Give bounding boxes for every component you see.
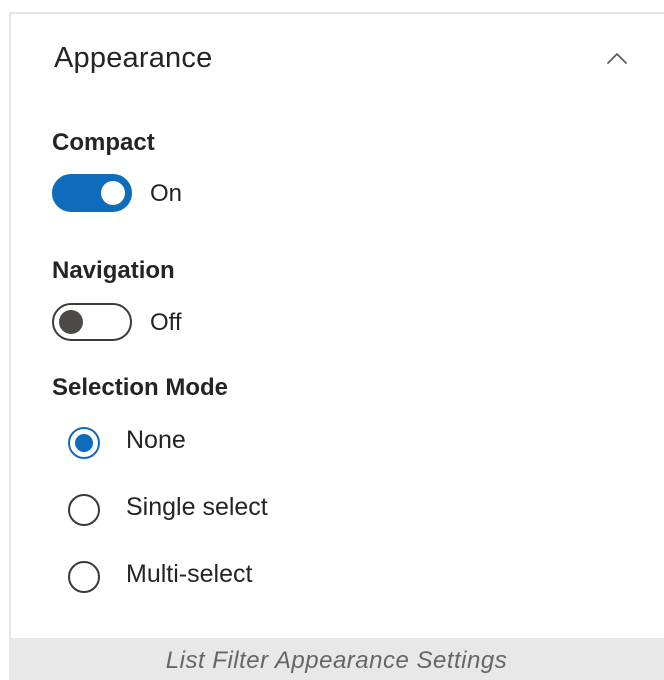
figure-caption: List Filter Appearance Settings (9, 638, 664, 680)
radio-button[interactable] (68, 561, 100, 593)
compact-toggle[interactable] (52, 174, 132, 212)
radio-selected-dot (75, 434, 93, 452)
radio-option-single-select[interactable]: Single select (68, 493, 368, 527)
navigation-toggle[interactable] (52, 303, 132, 341)
panel-title[interactable]: Appearance (54, 42, 212, 75)
compact-state-text: On (150, 180, 183, 207)
page: Appearance Compact On Navigation Off Sel… (0, 0, 664, 680)
radio-option-none[interactable]: None (68, 426, 368, 460)
radio-button[interactable] (68, 427, 100, 459)
chevron-up-icon[interactable] (605, 50, 629, 66)
compact-label: Compact (52, 129, 155, 156)
toggle-knob (101, 181, 125, 205)
toggle-knob (59, 310, 83, 334)
selection-mode-label: Selection Mode (52, 374, 229, 401)
radio-label: None (126, 426, 186, 454)
navigation-label: Navigation (52, 257, 175, 284)
radio-label: Single select (126, 493, 268, 521)
radio-option-multi-select[interactable]: Multi-select (68, 560, 368, 594)
radio-label: Multi-select (126, 560, 253, 588)
radio-button[interactable] (68, 494, 100, 526)
navigation-state-text: Off (150, 309, 182, 336)
appearance-panel: Appearance Compact On Navigation Off Sel… (9, 12, 664, 638)
